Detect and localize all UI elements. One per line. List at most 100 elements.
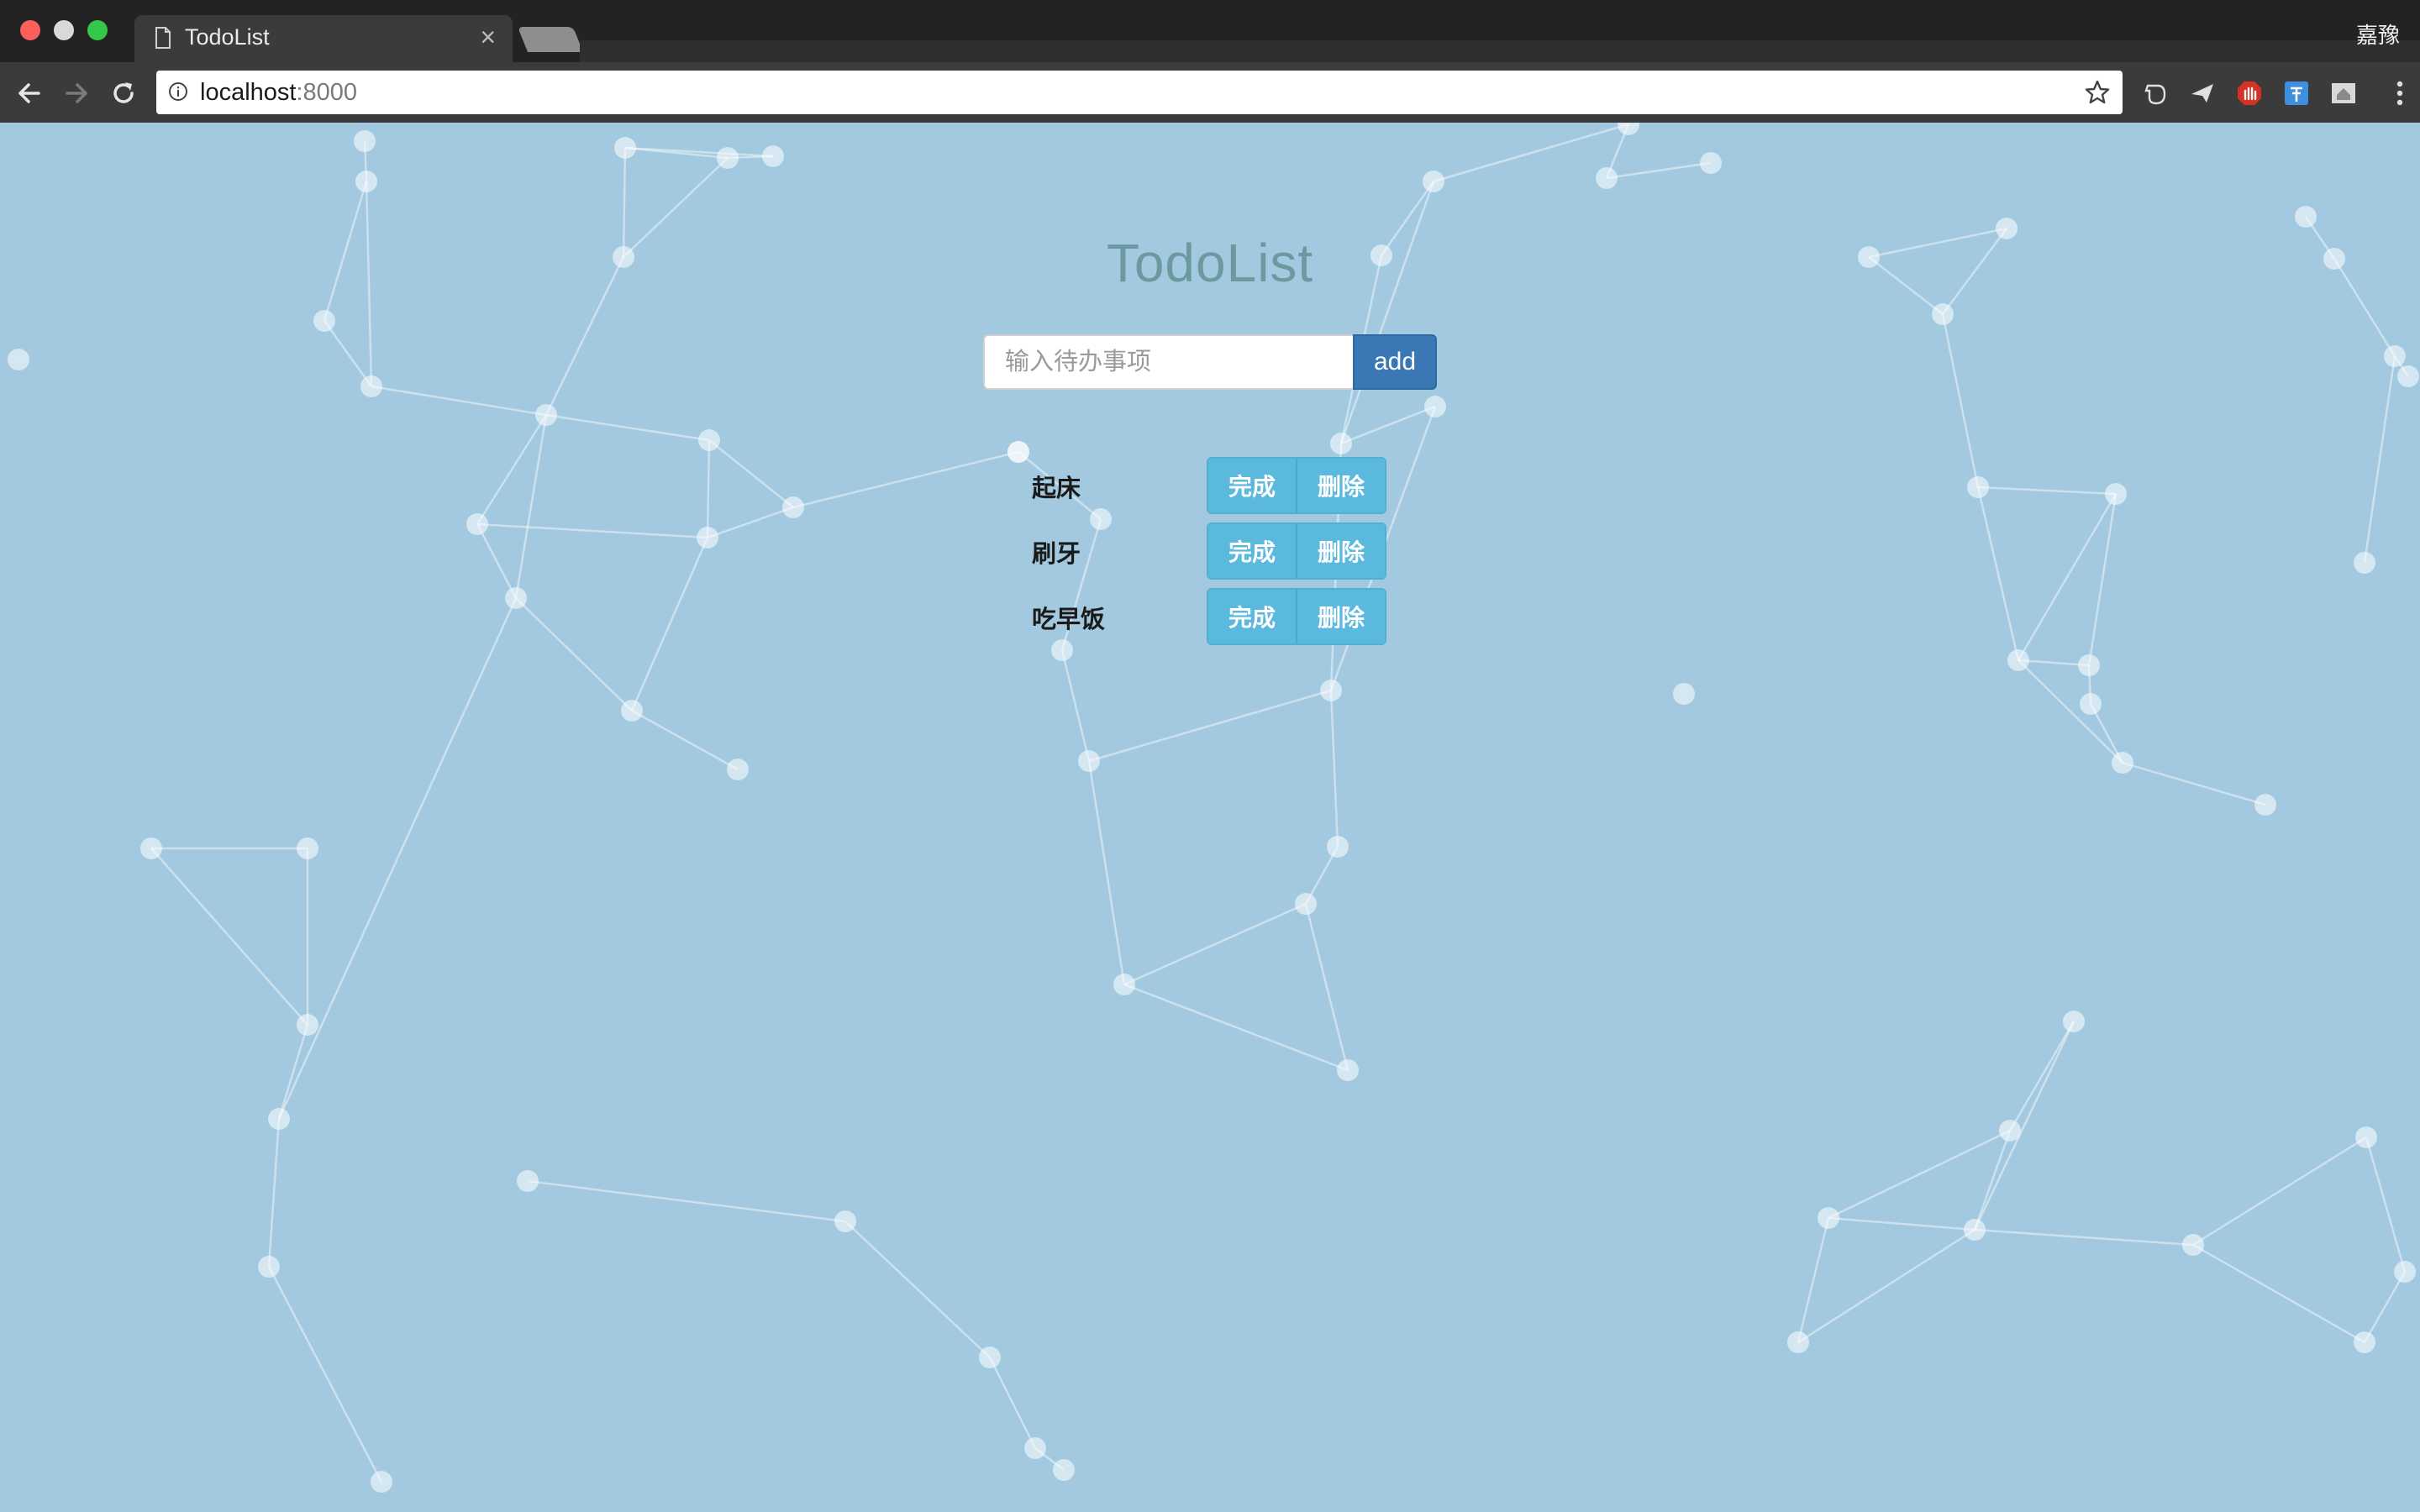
todo-input[interactable]	[983, 334, 1353, 390]
done-button[interactable]: 完成	[1208, 590, 1296, 643]
done-button[interactable]: 完成	[1208, 459, 1296, 512]
network-node	[1999, 1120, 2021, 1142]
window-titlebar: TodoList × 嘉豫	[0, 0, 2420, 62]
network-link	[267, 1118, 281, 1268]
network-node	[2080, 693, 2102, 715]
network-node	[2354, 1331, 2375, 1353]
network-links	[150, 123, 2410, 1483]
page-viewport: TodoList add 起床完成删除刷牙完成删除吃早饭完成删除	[0, 123, 2420, 1512]
network-link	[527, 1179, 846, 1223]
network-link	[1606, 161, 1712, 180]
network-link	[515, 597, 633, 711]
network-link	[1123, 902, 1307, 986]
network-node	[1596, 167, 1618, 189]
network-link	[1797, 1217, 1830, 1343]
network-node	[354, 130, 376, 152]
home-extension-icon[interactable]	[2329, 79, 2358, 108]
todo-actions: 完成 删除	[1207, 522, 1386, 580]
network-link	[988, 1357, 1037, 1449]
network-link	[1123, 983, 1349, 1072]
todo-item: 刷牙 完成 删除	[1032, 522, 1402, 588]
network-link	[2017, 493, 2118, 661]
network-node	[466, 513, 488, 535]
network-link	[545, 413, 710, 442]
todo-list: 起床 完成 删除 刷牙 完成 删除 吃早饭 完成 删除	[1032, 457, 1402, 654]
url-port: :8000	[296, 79, 358, 106]
network-link	[476, 522, 708, 539]
adblock-extension-icon[interactable]	[2235, 79, 2264, 108]
add-todo-form: add	[983, 334, 1437, 390]
page-icon	[155, 27, 171, 49]
network-link	[1060, 649, 1091, 762]
network-node	[614, 137, 636, 159]
network-node	[782, 496, 804, 518]
network-node	[258, 1256, 280, 1278]
network-node	[698, 429, 720, 451]
url-text[interactable]: localhost:8000	[200, 79, 357, 107]
network-node	[1024, 1437, 1046, 1459]
done-button[interactable]: 完成	[1208, 524, 1296, 578]
network-link	[2087, 493, 2118, 666]
bookmark-star-icon[interactable]	[2084, 79, 2111, 106]
add-button[interactable]: add	[1353, 334, 1437, 390]
network-link	[2018, 659, 2123, 764]
network-node	[1424, 396, 1446, 417]
network-node	[2355, 1126, 2377, 1148]
network-link	[1304, 903, 1349, 1071]
network-node	[371, 1471, 392, 1493]
minimize-window-button[interactable]	[54, 20, 74, 40]
todo-text: 吃早饭	[1032, 606, 1106, 633]
network-link	[844, 1221, 991, 1358]
network-node	[979, 1347, 1001, 1368]
network-node	[2295, 206, 2317, 228]
network-link	[1976, 486, 2020, 661]
forward-icon[interactable]	[60, 77, 92, 109]
more-menu-icon[interactable]	[2395, 79, 2405, 108]
network-link	[706, 439, 711, 538]
network-link	[1087, 760, 1126, 985]
network-node	[834, 1210, 856, 1232]
network-link	[2365, 1137, 2407, 1273]
network-link	[707, 506, 794, 539]
network-link	[476, 414, 548, 525]
network-node	[1320, 680, 1342, 701]
network-node	[505, 587, 527, 609]
tab-title: TodoList	[185, 24, 270, 50]
network-node	[2397, 365, 2419, 387]
evernote-extension-icon[interactable]	[2141, 79, 2170, 108]
network-link	[1340, 405, 1436, 445]
todo-text: 起床	[1032, 475, 1081, 502]
network-node	[1113, 974, 1135, 995]
network-link	[708, 439, 794, 508]
shopping-extension-icon[interactable]	[2282, 79, 2311, 108]
network-node	[2063, 1011, 2085, 1032]
network-node	[1787, 1331, 1809, 1353]
network-link	[1828, 1216, 1975, 1231]
delete-button[interactable]: 删除	[1296, 590, 1385, 643]
address-bar[interactable]: localhost:8000	[156, 71, 2123, 114]
close-window-button[interactable]	[20, 20, 40, 40]
network-node	[2182, 1234, 2204, 1256]
info-icon[interactable]	[168, 81, 188, 102]
app-title: TodoList	[1106, 233, 1314, 293]
network-node	[2394, 1261, 2416, 1283]
delete-button[interactable]: 删除	[1296, 459, 1385, 512]
new-tab-button[interactable]	[517, 27, 584, 52]
network-link	[2122, 761, 2266, 806]
tab-close-icon[interactable]: ×	[480, 22, 496, 52]
network-node	[1673, 683, 1695, 705]
reload-icon[interactable]	[108, 77, 139, 109]
network-link	[1974, 1228, 2194, 1247]
profile-name[interactable]: 嘉豫	[2356, 18, 2400, 50]
network-node	[297, 837, 318, 859]
network-node	[1964, 1219, 1986, 1241]
network-node	[1423, 171, 1444, 192]
maximize-window-button[interactable]	[87, 20, 108, 40]
network-node	[517, 1170, 539, 1192]
delete-button[interactable]: 删除	[1296, 524, 1385, 578]
network-link	[792, 450, 1019, 509]
bird-extension-icon[interactable]	[2188, 79, 2217, 108]
back-icon[interactable]	[13, 77, 45, 109]
network-node	[727, 759, 749, 780]
browser-tab[interactable]: TodoList ×	[134, 15, 513, 62]
